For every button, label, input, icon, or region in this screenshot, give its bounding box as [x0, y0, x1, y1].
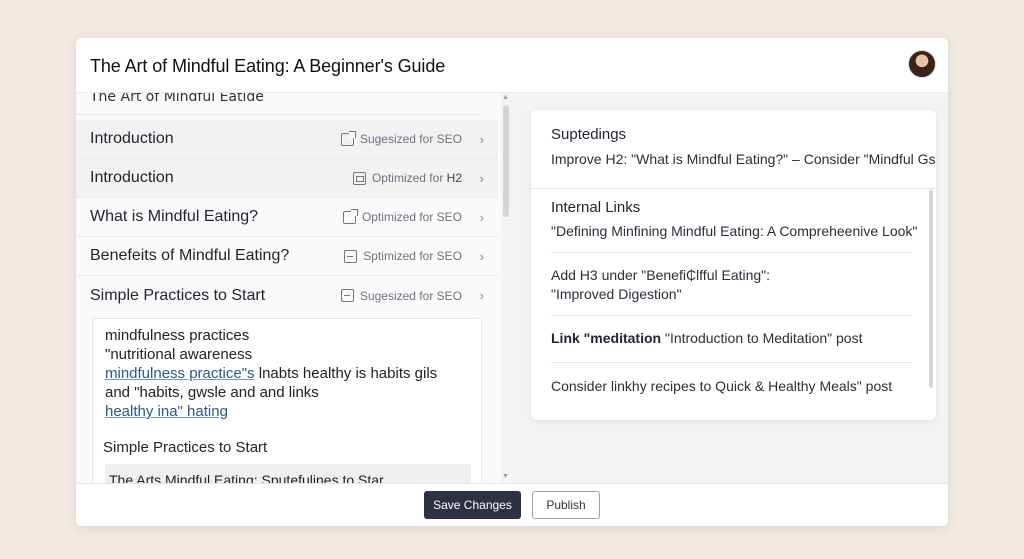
outline-panel: The Art of Mindful Eatide Introduction S… — [76, 93, 501, 483]
user-avatar-icon[interactable] — [908, 50, 936, 78]
subsection-heading: Simple Practices to Start — [103, 439, 268, 456]
scroll-up-icon[interactable]: ▲ — [502, 94, 509, 101]
save-changes-button[interactable]: Save Changes — [424, 491, 521, 519]
edit-icon — [340, 130, 356, 146]
divider — [531, 188, 936, 189]
chevron-right-icon[interactable]: › — [480, 288, 484, 303]
outline-row-introduction[interactable]: Introduction Sugesized for SEO › — [76, 120, 498, 159]
suggestions-title: Suptedings — [551, 126, 627, 143]
chevron-right-icon[interactable]: › — [480, 210, 484, 225]
seo-status-strong: H2 — [446, 171, 462, 185]
suggestions-scrollbar[interactable] — [929, 190, 933, 388]
suggestion-text: "Introduction to Meditation" post — [661, 330, 863, 346]
chevron-right-icon[interactable]: › — [480, 132, 484, 147]
suggestion-item[interactable]: Improve H2: "What is Mindful Eating?" – … — [551, 151, 936, 167]
divider — [76, 114, 481, 115]
seo-status-text: Sugesized for SEO — [359, 132, 462, 146]
text-editor[interactable]: mindfulness practices "nutritional aware… — [92, 318, 482, 433]
seo-status-prefix: Optimized for — [371, 171, 447, 185]
seo-status: Sugesized for SEO — [340, 288, 462, 303]
editor-text: lnabts healthy is habits gils — [254, 365, 438, 382]
outline-row-label: What is Mindful Eating? — [90, 208, 259, 225]
seo-status: Sptimized for SEO — [344, 249, 462, 263]
outline-scrollbar[interactable]: ▲ ▼ — [501, 93, 511, 483]
editor-line: "nutritional awareness — [105, 346, 253, 363]
seo-status: Optimized for H2 — [352, 171, 462, 185]
divider — [551, 252, 911, 253]
editor-line: mindfulness practice"s lnabts healthy is… — [105, 365, 437, 382]
seo-status: Sugesized for SEO — [340, 130, 462, 146]
suggestion-item[interactable]: Link "meditation "Introduction to Medita… — [551, 330, 862, 346]
internal-links-title: Internal Links — [551, 199, 641, 216]
suggestion-item[interactable]: Add H3 under "Benefi₵lfful Eating": — [551, 267, 770, 283]
divider — [551, 362, 911, 363]
header: The Art of Mindful Eating: A Beginner's … — [76, 38, 948, 93]
suggestions-card: Suptedings Improve H2: "What is Mindful … — [531, 110, 936, 420]
editor-link[interactable]: mindfulness practice"s — [105, 365, 255, 382]
outline-row-practices[interactable]: Simple Practices to Start Sugesized for … — [76, 276, 498, 315]
publish-button[interactable]: Publish — [532, 491, 600, 519]
footer: Save Changes Publish — [76, 483, 948, 526]
outline-row-what-is[interactable]: What is Mindful Eating? Optimized for SE… — [76, 198, 498, 237]
outline-row-label: Benefeits of Mindful Eating? — [90, 247, 290, 264]
seo-status-text: Sptimized for SEO — [363, 249, 462, 263]
divider — [551, 315, 911, 316]
seo-status: Optimized for SEO — [342, 208, 462, 224]
suggestion-item[interactable]: Consider linkhy recipes to Quick & Healt… — [551, 378, 892, 394]
scrollbar-thumb[interactable] — [503, 105, 509, 217]
seo-status-text: Sugesized for SEO — [359, 288, 462, 303]
edit-icon — [342, 208, 358, 224]
subsection-text: The Arts Mindful Eating: Sputefulines to… — [109, 472, 384, 483]
outline-row-introduction-h2[interactable]: Introduction Optimized for H2 › — [76, 159, 498, 198]
seo-status-text: Optimized for H2 — [372, 171, 462, 185]
suggestion-item[interactable]: "Defining Minfining Mindful Eating: A Co… — [551, 223, 917, 239]
suggestion-bold: Link "meditation — [551, 330, 662, 346]
editor-line: and "habits, gwsle and and links — [105, 384, 319, 401]
minus-icon — [344, 249, 358, 263]
outline-row-benefits[interactable]: Benefeits of Mindful Eating? Sptimized f… — [76, 237, 498, 276]
breadcrumb: The Art of Mindful Eatide — [90, 93, 264, 105]
seo-status-text: Optimized for SEO — [361, 210, 462, 224]
scroll-down-icon[interactable]: ▼ — [502, 473, 509, 480]
editor-window: The Art of Mindful Eating: A Beginner's … — [76, 38, 948, 526]
outline-row-label: Introduction — [90, 169, 174, 186]
box-icon — [352, 171, 366, 185]
minus-icon — [340, 289, 354, 302]
subsection-card: Simple Practices to Start The Arts Mindf… — [92, 431, 482, 483]
chevron-right-icon[interactable]: › — [480, 249, 484, 264]
page-title: The Art of Mindful Eating: A Beginner's … — [90, 56, 446, 76]
outline-row-label: Introduction — [90, 130, 174, 147]
editor-line: mindfulness practices — [105, 327, 250, 344]
editor-link[interactable]: healthy ina" hating — [105, 403, 228, 420]
chevron-right-icon[interactable]: › — [480, 171, 484, 186]
suggestion-item-detail: "Improved Digestion" — [551, 286, 682, 302]
outline-row-label: Simple Practices to Start — [90, 286, 266, 304]
